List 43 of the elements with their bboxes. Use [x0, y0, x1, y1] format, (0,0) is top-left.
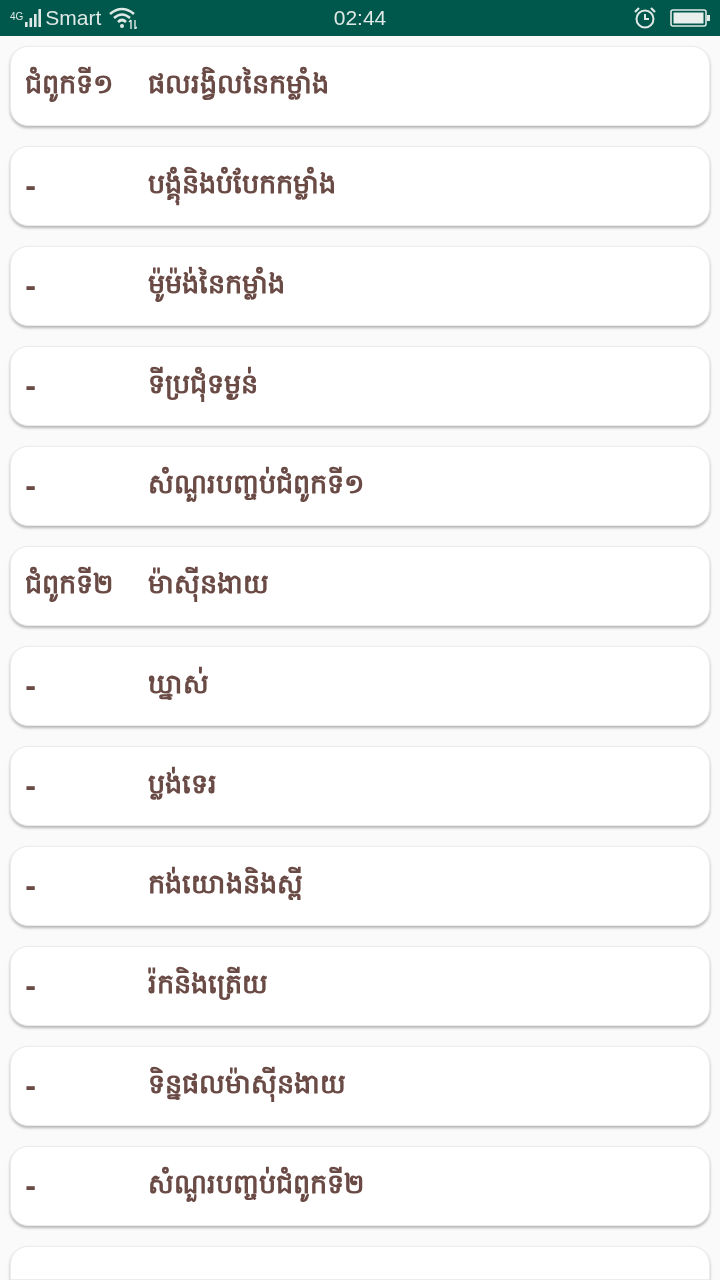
lesson-card[interactable]: - សំណួរបញ្ចប់ជំពូកទី១	[10, 446, 710, 526]
lesson-card[interactable]: - ទិន្នផលម៉ាស៊ីនងាយ	[10, 1046, 710, 1126]
lesson-card[interactable]: - បង្គុំនិងបំបែកកម្លាំង	[10, 146, 710, 226]
alarm-clock-icon	[634, 7, 656, 29]
lesson-title: ទិន្នផលម៉ាស៊ីនងាយ	[148, 1066, 346, 1106]
signal-icon	[25, 9, 42, 27]
carrier-name: Smart	[45, 6, 102, 30]
dash-marker: -	[25, 1170, 38, 1202]
lesson-card[interactable]: - រ៉កនិងត្រើយ	[10, 946, 710, 1026]
dash-marker: -	[25, 970, 38, 1002]
chapter-card[interactable]: ជំពូកទី១ ផលរង្វិលនៃកម្លាំង	[10, 46, 710, 126]
chapter-number: ជំពូកទី១	[25, 66, 137, 106]
lesson-card[interactable]: - ឃ្នាស់	[10, 646, 710, 726]
lesson-card[interactable]: - សំណួរបញ្ចប់ជំពូកទី២	[10, 1146, 710, 1226]
lesson-title: ទីប្រជុំទម្ងន់	[148, 366, 258, 406]
lesson-title: ម៉ូម៉ង់នៃកម្លាំង	[148, 266, 285, 306]
lesson-card[interactable]: - ទីប្រជុំទម្ងន់	[10, 346, 710, 426]
dash-marker: -	[25, 670, 38, 702]
dash-marker: -	[25, 1070, 38, 1102]
lesson-title: សំណួរបញ្ចប់ជំពូកទី២	[148, 1166, 364, 1206]
dash-marker: -	[25, 370, 38, 402]
dash-marker: -	[25, 470, 38, 502]
lesson-title: រ៉កនិងត្រើយ	[148, 966, 268, 1002]
network-type: 4G	[10, 12, 24, 22]
dash-marker: -	[25, 870, 38, 902]
lesson-title: កង់យោងនិងស្ពី	[148, 866, 303, 902]
chapter-card[interactable]: ជំពូកទី២ ម៉ាស៊ីនងាយ	[10, 546, 710, 626]
lesson-card[interactable]: - ម៉ូម៉ង់នៃកម្លាំង	[10, 246, 710, 326]
lesson-card[interactable]: - ប្លង់ទេរ	[10, 746, 710, 826]
clock-time: 02:44	[333, 6, 387, 30]
battery-icon	[670, 9, 710, 27]
dash-marker: -	[25, 770, 38, 802]
chapter-number: ជំពូកទី២	[25, 566, 137, 606]
lesson-title: ឃ្នាស់	[148, 666, 209, 702]
lesson-title: បង្គុំនិងបំបែកកម្លាំង	[148, 166, 336, 206]
lesson-title: សំណួរបញ្ចប់ជំពូកទី១	[148, 466, 364, 506]
lesson-card[interactable]: - កង់យោងនិងស្ពី	[10, 846, 710, 926]
chapter-title: ម៉ាស៊ីនងាយ	[148, 566, 269, 606]
chapter-title: ផលរង្វិលនៃកម្លាំង	[148, 66, 329, 102]
wifi-icon	[109, 7, 138, 29]
lesson-title: ប្លង់ទេរ	[148, 766, 217, 802]
dash-marker: -	[25, 270, 38, 302]
dash-marker: -	[25, 170, 38, 202]
